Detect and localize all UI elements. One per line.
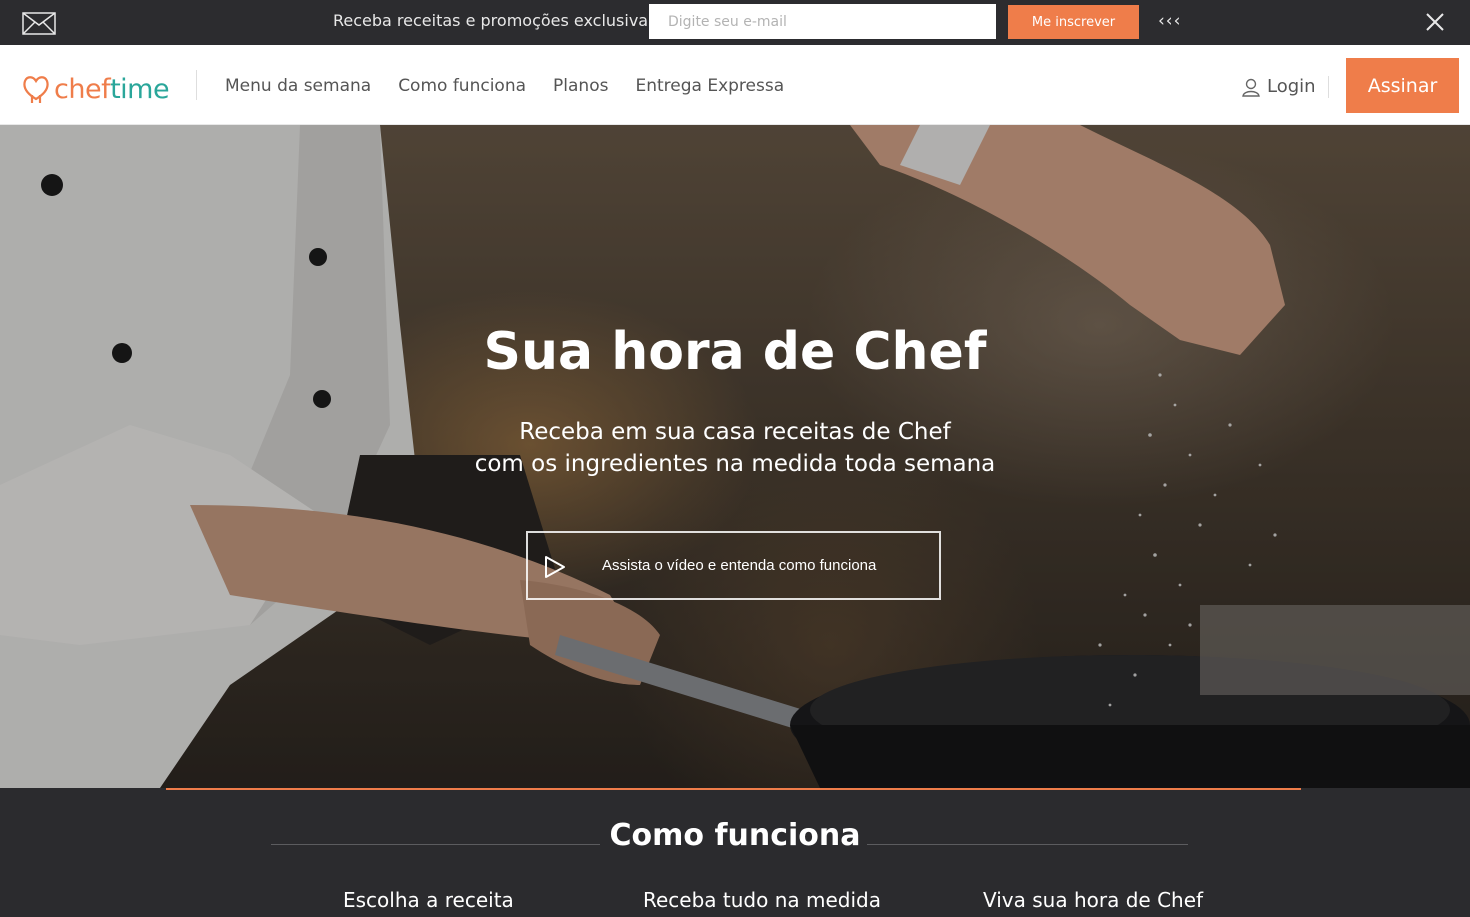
nav-item-planos[interactable]: Planos — [553, 76, 608, 96]
email-input[interactable] — [649, 4, 996, 39]
step-title: Escolha a receita — [343, 888, 514, 912]
hero-title: Sua hora de Chef — [483, 322, 987, 382]
accent-line — [166, 788, 1301, 790]
divider — [196, 70, 197, 100]
site-header: chef time Menu da semana Como funciona Pl… — [0, 45, 1470, 125]
subscribe-button[interactable]: Me inscrever — [1008, 5, 1139, 39]
promo-text: Receba receitas e promoções exclusivas — [333, 11, 657, 30]
promo-bar: Receba receitas e promoções exclusivas M… — [0, 0, 1470, 45]
watch-video-button[interactable]: Assista o vídeo e entenda como funciona — [526, 531, 941, 600]
hero-subtitle-line2: com os ingredientes na medida toda seman… — [474, 451, 996, 477]
collapse-promo-button[interactable]: ‹‹‹ — [1158, 11, 1181, 31]
section-title: Como funciona — [609, 818, 861, 853]
envelope-icon — [22, 12, 56, 35]
main-nav: Menu da semana Como funciona Planos Entr… — [225, 76, 784, 96]
divider — [867, 844, 1188, 845]
chef-hat-heart-icon — [23, 76, 49, 103]
how-it-works-section: Como funciona Escolha a receita Receba t… — [0, 788, 1470, 917]
hero-subtitle-line1: Receba em sua casa receitas de Chef — [519, 419, 951, 445]
divider — [1328, 76, 1329, 98]
play-icon — [545, 556, 565, 578]
login-link[interactable]: Login — [1241, 76, 1316, 97]
login-label: Login — [1267, 76, 1316, 97]
step-title: Receba tudo na medida — [643, 888, 881, 912]
subscribe-cta-button[interactable]: Assinar — [1346, 58, 1459, 113]
nav-item-menu-da-semana[interactable]: Menu da semana — [225, 76, 371, 96]
video-button-label: Assista o vídeo e entenda como funciona — [602, 557, 877, 574]
user-icon — [1242, 78, 1260, 97]
hero-banner: Sua hora de Chef Receba em sua casa rece… — [0, 125, 1470, 788]
close-icon[interactable] — [1424, 11, 1446, 33]
logo-text-time: time — [110, 73, 170, 105]
nav-item-entrega-expressa[interactable]: Entrega Expressa — [635, 76, 784, 96]
logo[interactable]: chef time — [22, 69, 170, 109]
logo-text-chef: chef — [54, 73, 111, 105]
nav-item-como-funciona[interactable]: Como funciona — [398, 76, 526, 96]
step-title: Viva sua hora de Chef — [983, 888, 1204, 912]
